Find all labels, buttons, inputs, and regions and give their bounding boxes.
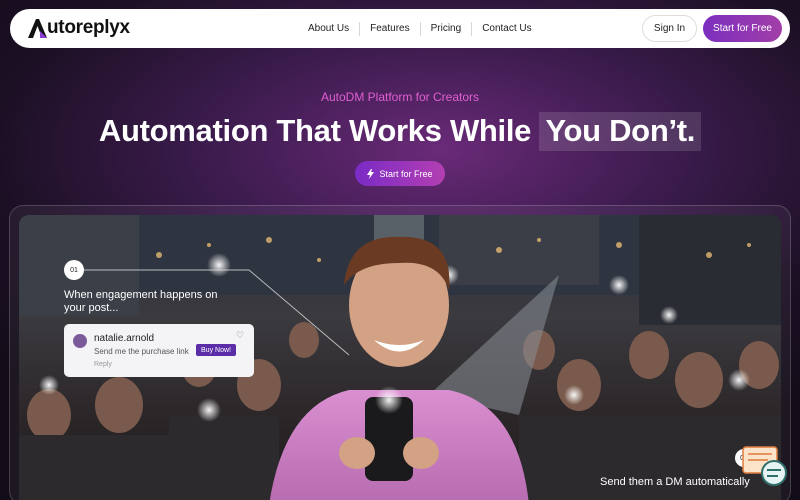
sign-in-button[interactable]: Sign In: [642, 15, 697, 42]
hero-eyebrow: AutoDM Platform for Creators: [320, 90, 480, 104]
top-navbar: utoreplyx About Us Features Pricing Cont…: [10, 9, 790, 48]
nav-link-about[interactable]: About Us: [298, 22, 359, 36]
heart-icon[interactable]: ♡: [236, 330, 244, 341]
nav-link-features[interactable]: Features: [360, 22, 419, 36]
start-free-nav-button[interactable]: Start for Free: [703, 15, 782, 42]
comment-message: Send me the purchase link: [94, 347, 189, 356]
step1-text: When engagement happens on your post...: [64, 289, 218, 314]
nav-links: About Us Features Pricing Contact Us: [298, 9, 542, 48]
nav-link-contact[interactable]: Contact Us: [472, 22, 541, 36]
hero-start-free-button[interactable]: Start for Free: [355, 161, 445, 186]
reply-link[interactable]: Reply: [94, 361, 112, 368]
chat-bubble-icon: [742, 446, 787, 486]
logo-a-icon: [28, 19, 47, 38]
headline-highlight: You Don’t.: [539, 112, 702, 151]
buy-now-button[interactable]: Buy Now!: [196, 344, 236, 356]
comment-username: natalie.arnold: [94, 333, 155, 344]
bolt-icon: [367, 168, 375, 179]
hero-cta-label: Start for Free: [379, 168, 433, 179]
brand-logo[interactable]: utoreplyx: [26, 17, 130, 39]
comment-card: natalie.arnold Send me the purchase link…: [64, 324, 254, 377]
hero-headline: Automation That Works While You Don’t.: [0, 112, 800, 151]
avatar: [73, 334, 87, 348]
headline-main: Automation That Works While: [98, 113, 532, 148]
step2-text: Send them a DM automatically: [600, 476, 750, 488]
nav-link-pricing[interactable]: Pricing: [421, 22, 472, 36]
brand-name: utoreplyx: [47, 17, 130, 38]
chat-widget-icon[interactable]: [742, 446, 788, 486]
step-number-01: 01: [64, 260, 84, 280]
